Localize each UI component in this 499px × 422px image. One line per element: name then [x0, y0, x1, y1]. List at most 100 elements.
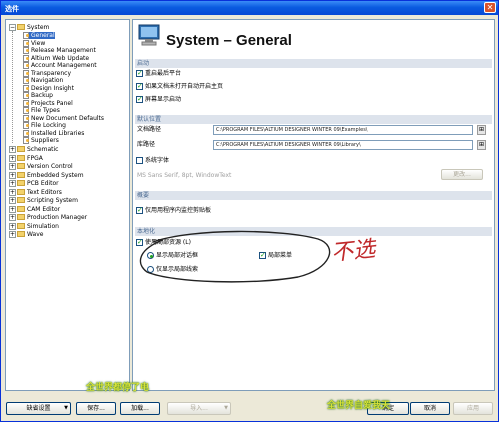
tree-item-simulation[interactable]: + Simulation: [9, 222, 59, 230]
tree-item-version-control[interactable]: + Version Control: [9, 163, 73, 170]
restore-workspace-checkbox[interactable]: ✓ 重启最后平台: [136, 70, 181, 79]
watermark-text: 全世界都停了电: [86, 383, 150, 393]
folder-icon: [17, 146, 25, 152]
tree-item-altium-web-update[interactable]: Altium Web Update: [23, 54, 89, 62]
tree-item-schematic[interactable]: + Schematic: [9, 146, 58, 153]
browse-folder-icon[interactable]: ⊞: [477, 125, 486, 135]
window-titlebar: 选件 ✕: [1, 1, 498, 15]
save-button[interactable]: 保存...: [76, 402, 116, 415]
page-icon: [23, 62, 29, 69]
section-default-locations: 默认位置: [135, 115, 492, 124]
settings-panel: System – General 启动 ✓ 重启最后平台 ✓ 如果文档未打开自动开启…: [132, 19, 495, 391]
page-icon: [23, 107, 29, 114]
folder-icon: [17, 188, 25, 195]
page-icon: [23, 122, 29, 129]
handwritten-annotation: 不选: [330, 236, 377, 267]
tree-item-release-management[interactable]: Release Management: [23, 47, 96, 54]
tree-item-cam-editor[interactable]: + CAM Editor: [9, 205, 60, 213]
change-font-button[interactable]: 更改...: [441, 169, 483, 180]
page-icon: [23, 129, 29, 137]
expand-icon[interactable]: +: [9, 188, 16, 196]
tree-item-backup[interactable]: Backup: [23, 92, 53, 99]
cancel-button[interactable]: 取消: [410, 402, 450, 415]
folder-icon: [17, 154, 25, 161]
watermark-text: 全世界自爱我天: [327, 401, 391, 411]
page-icon: [23, 77, 29, 84]
expand-icon[interactable]: +: [9, 214, 16, 221]
expand-icon[interactable]: +: [9, 197, 16, 204]
page-icon: [23, 69, 29, 77]
browse-folder-icon[interactable]: ⊞: [477, 140, 486, 150]
load-button[interactable]: 加载...: [120, 402, 160, 415]
tree-item-fpga[interactable]: + FPGA: [9, 154, 43, 162]
tree-item-embedded-system[interactable]: + Embedded System: [9, 171, 84, 179]
expand-icon[interactable]: +: [9, 154, 16, 162]
tree-item-production-manager[interactable]: + Production Manager: [9, 214, 87, 221]
font-sample: MS Sans Serif, 8pt, WindowText: [137, 172, 232, 179]
document-path-field[interactable]: C:\PROGRAM FILES\ALTIUM DESIGNER WINTER …: [213, 125, 473, 135]
folder-icon: [17, 222, 25, 229]
expand-icon[interactable]: +: [9, 205, 16, 213]
tree-item-projects-panel[interactable]: Projects Panel: [23, 99, 73, 107]
tree-item-account-management[interactable]: Account Management: [23, 62, 97, 69]
clipboard-internal-checkbox[interactable]: ✓ 仅用用程序内监控剪贴板: [136, 207, 211, 216]
page-icon: [23, 54, 29, 62]
page-icon: [23, 47, 29, 54]
tree-item-general[interactable]: General: [23, 32, 55, 39]
splash-screen-checkbox[interactable]: ✓ 屏幕显示启动: [136, 96, 181, 105]
page-icon: [23, 99, 29, 107]
page-icon: [23, 137, 29, 144]
folder-icon: [17, 163, 25, 169]
tree-item-pcb-editor[interactable]: + PCB Editor: [9, 180, 59, 187]
tree-item-scripting-system[interactable]: + Scripting System: [9, 197, 78, 204]
system-font-checkbox[interactable]: 系统字体: [136, 157, 169, 166]
tree-item-installed-libraries[interactable]: Installed Libraries: [23, 129, 84, 137]
collapse-icon[interactable]: −: [9, 24, 16, 31]
library-path-label: 库路径: [137, 141, 156, 148]
tree-item-design-insight[interactable]: Design Insight: [23, 84, 74, 92]
tree-item-wave[interactable]: + Wave: [9, 231, 43, 238]
import-button[interactable]: 导入... ▼: [167, 402, 231, 415]
expand-icon[interactable]: +: [9, 171, 16, 179]
apply-button[interactable]: 应用: [453, 402, 493, 415]
page-icon: [23, 32, 29, 39]
tree-item-transparency[interactable]: Transparency: [23, 69, 71, 77]
page-title: System – General: [166, 32, 292, 49]
tree-item-view[interactable]: View: [23, 39, 45, 47]
page-icon: [23, 92, 29, 99]
page-icon: [23, 114, 29, 122]
folder-icon: [17, 197, 25, 203]
monitor-icon: [138, 24, 160, 46]
expand-icon[interactable]: +: [9, 146, 16, 153]
open-home-page-checkbox[interactable]: ✓ 如果文档未打开自动开启主页: [136, 83, 223, 92]
default-settings-button[interactable]: 缺省设置 ▼: [6, 402, 71, 415]
options-tree[interactable]: − System General View Release Management Alt…: [5, 19, 130, 391]
tree-item-navigation[interactable]: Navigation: [23, 77, 63, 84]
options-window: 选件 ✕ − System General View Release Manageme…: [0, 0, 499, 422]
folder-icon: [17, 214, 25, 220]
section-startup: 启动: [135, 59, 492, 68]
tree-item-file-locking[interactable]: File Locking: [23, 122, 66, 129]
tree-item-suppliers[interactable]: Suppliers: [23, 137, 59, 144]
section-general: 概要: [135, 191, 492, 200]
folder-icon: [17, 231, 25, 237]
dropdown-arrow-icon: ▼: [224, 405, 228, 411]
expand-icon[interactable]: +: [9, 222, 16, 230]
tree-item-text-editors[interactable]: + Text Editors: [9, 188, 62, 196]
folder-icon: [17, 171, 25, 178]
folder-icon: [17, 205, 25, 212]
expand-icon[interactable]: +: [9, 163, 16, 170]
tree-line: [12, 31, 13, 143]
document-path-label: 文档路径: [137, 126, 162, 133]
folder-icon: [17, 180, 25, 186]
expand-icon[interactable]: +: [9, 231, 16, 238]
close-icon[interactable]: ✕: [484, 2, 496, 13]
page-icon: [23, 39, 29, 47]
tree-item-system[interactable]: − System: [9, 24, 49, 31]
library-path-field[interactable]: C:\PROGRAM FILES\ALTIUM DESIGNER WINTER …: [213, 140, 473, 150]
expand-icon[interactable]: +: [9, 180, 16, 187]
tree-item-new-document-defaults[interactable]: New Document Defaults: [23, 114, 104, 122]
window-title: 选件: [5, 5, 19, 13]
tree-item-file-types[interactable]: File Types: [23, 107, 60, 114]
page-icon: [23, 84, 29, 92]
